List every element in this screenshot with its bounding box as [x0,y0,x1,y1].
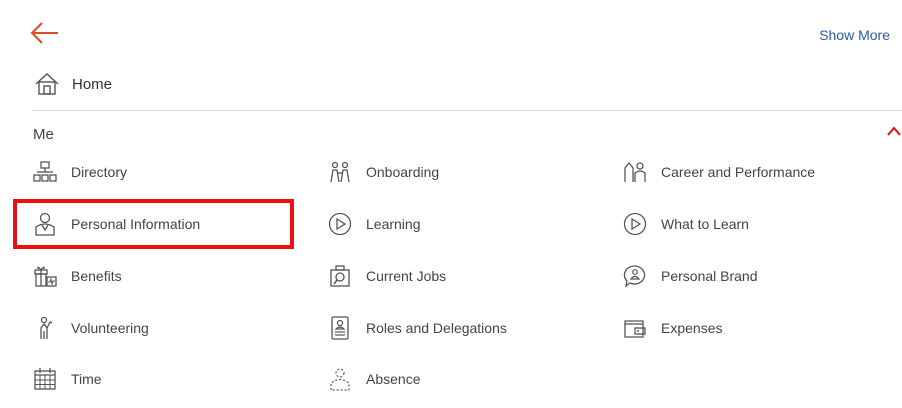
show-more-link[interactable]: Show More [819,27,890,43]
chevron-up-icon[interactable] [886,124,902,138]
menu-item-label: Benefits [71,268,122,284]
home-link[interactable]: Home [34,72,112,96]
top-bar: Show More [0,0,902,62]
menu-item-label: What to Learn [661,216,749,232]
home-icon [35,73,59,95]
gift-icon [34,266,57,287]
menu-item-time[interactable]: Time [33,362,102,396]
chat-person-icon [623,265,646,288]
menu-item-onboarding[interactable]: Onboarding [328,155,439,189]
menu-item-absence[interactable]: Absence [328,362,420,396]
home-label: Home [72,75,113,93]
absence-icon [330,368,350,391]
play-circle-icon [328,212,352,236]
section-title: Me [33,126,54,143]
career-icon [624,161,646,182]
menu-item-directory[interactable]: Directory [33,155,127,189]
menu-item-label: Personal Brand [661,268,758,284]
menu-item-label: Directory [71,164,128,180]
menu-item-label: Current Jobs [366,268,447,284]
menu-item-label: Roles and Delegations [366,320,507,336]
wallet-icon [624,320,646,338]
menu-item-label: Time [71,371,102,387]
menu-item-what-to-learn[interactable]: What to Learn [623,207,749,241]
menu-item-label: Absence [366,371,421,387]
calendar-icon [34,368,56,390]
menu-item-personal-brand[interactable]: Personal Brand [623,259,758,293]
onboarding-icon [330,161,350,183]
menu-item-benefits[interactable]: Benefits [33,259,122,293]
menu-item-career-and-performance[interactable]: Career and Performance [623,155,815,189]
divider [32,110,902,111]
menu-item-learning[interactable]: Learning [328,207,421,241]
selection-highlight [13,199,294,249]
menu-item-label: Learning [366,216,421,232]
back-arrow-icon[interactable] [30,20,60,46]
volunteer-icon [40,316,53,339]
menu-item-label: Expenses [661,320,723,336]
directory-icon [33,161,57,182]
menu-item-current-jobs[interactable]: Current Jobs [328,259,446,293]
menu-item-volunteering[interactable]: Volunteering [33,311,149,345]
menu-item-label: Onboarding [366,164,440,180]
menu-item-roles-and-delegations[interactable]: Roles and Delegations [328,311,507,345]
search-jobs-icon [330,265,350,287]
menu-item-label: Volunteering [71,320,149,336]
badge-icon [331,316,349,340]
menu-item-expenses[interactable]: Expenses [623,311,722,345]
play-circle-icon [623,212,647,236]
menu-item-label: Career and Performance [661,164,816,180]
